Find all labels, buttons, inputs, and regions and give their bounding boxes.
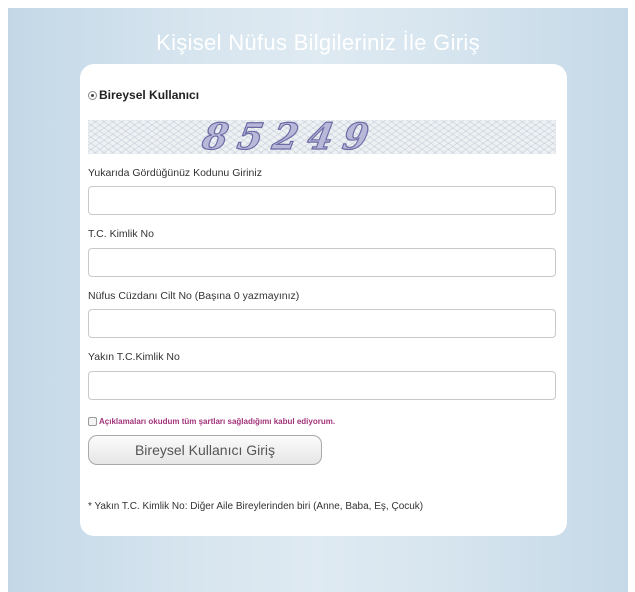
yakin-tc-label: Yakın T.C.Kimlik No: [88, 351, 180, 363]
page-title: Kişisel Nüfus Bilgileriniz İle Giriş: [156, 30, 480, 55]
footnote: * Yakın T.C. Kimlik No: Diğer Aile Birey…: [88, 501, 424, 512]
tc-kimlik-input[interactable]: [88, 248, 556, 277]
yakin-tc-input[interactable]: [88, 371, 556, 400]
login-form-card: Bireysel Kullanıcı 85249 Yukarıda Gördüğ…: [80, 64, 567, 536]
radio-button[interactable]: [88, 90, 97, 100]
login-type-option[interactable]: Bireysel Kullanıcı: [88, 88, 199, 102]
captcha-image: 85249: [88, 120, 556, 154]
cilt-no-input[interactable]: [88, 309, 556, 338]
login-type-label: Bireysel Kullanıcı: [99, 88, 200, 102]
tc-kimlik-label: T.C. Kimlik No: [88, 228, 154, 240]
agreement-label: Açıklamaları okudum tüm şartları sağladı…: [99, 417, 336, 426]
captcha-input-label: Yukarıda Gördüğünüz Kodunu Giriniz: [88, 167, 262, 179]
agreement-checkbox[interactable]: [88, 417, 97, 426]
captcha-code: 85249: [199, 120, 383, 154]
cilt-no-label: Nüfus Cüzdanı Cilt No (Başına 0 yazmayın…: [88, 290, 300, 302]
agreement-row[interactable]: Açıklamaları okudum tüm şartları sağladı…: [88, 417, 335, 426]
login-submit-button[interactable]: Bireysel Kullanıcı Giriş: [88, 435, 322, 465]
captcha-input[interactable]: [88, 186, 556, 215]
